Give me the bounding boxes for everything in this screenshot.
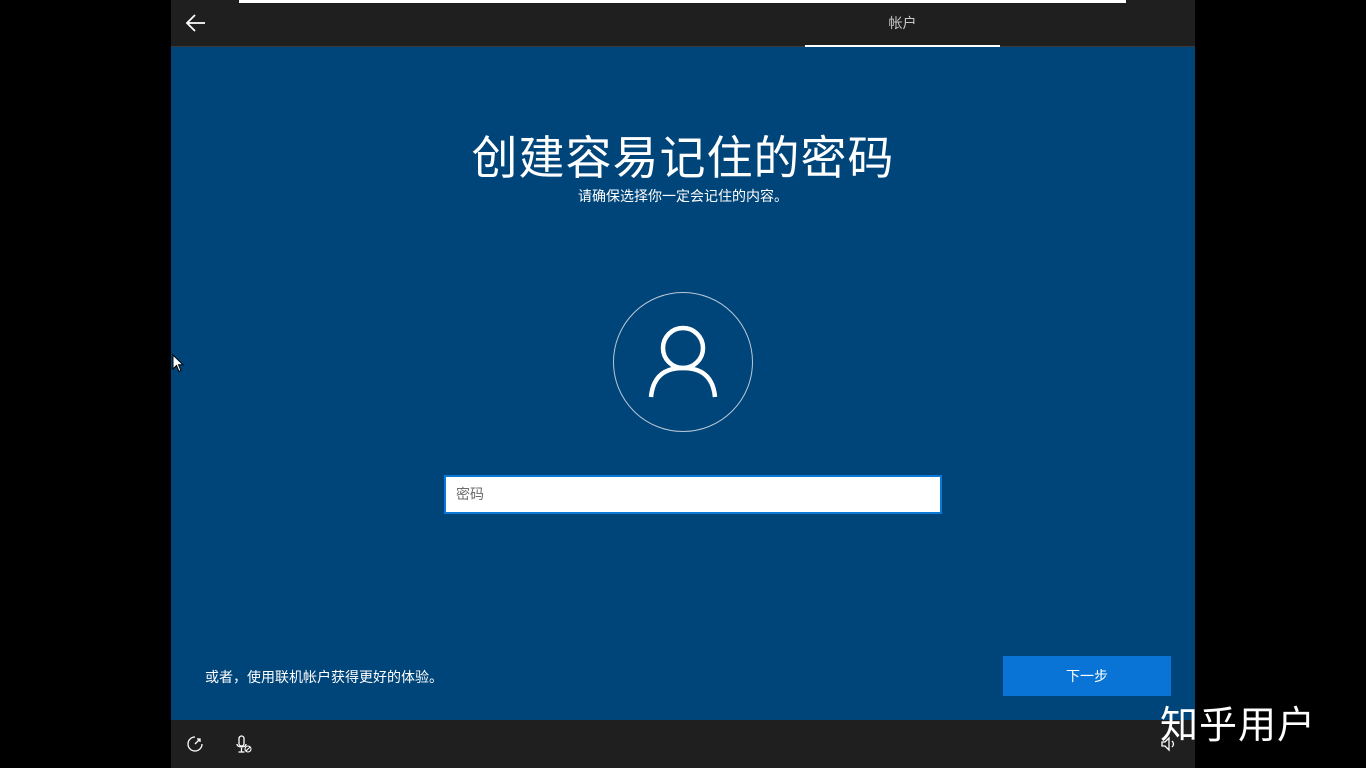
user-icon: [648, 325, 718, 398]
mouse-cursor-icon: [172, 354, 184, 373]
password-field[interactable]: [444, 475, 942, 514]
setup-window: 帐户 创建容易记住的密码 请确保选择你一定会记住的内容。 或者，使用联机帐户获得…: [171, 0, 1195, 768]
microphone-button[interactable]: [233, 734, 253, 754]
page-title: 创建容易记住的密码: [471, 131, 895, 185]
top-bar: 帐户: [171, 0, 1195, 47]
tab-underline: [805, 45, 1000, 47]
avatar: [613, 292, 753, 432]
online-account-link[interactable]: 或者，使用联机帐户获得更好的体验。: [205, 667, 443, 687]
back-arrow-icon: [185, 14, 205, 32]
tab-account[interactable]: 帐户: [805, 0, 1000, 47]
microphone-icon: [236, 735, 252, 753]
ease-of-access-icon: [187, 736, 203, 752]
watermark: 知乎用户: [1160, 703, 1317, 747]
screen: 帐户 创建容易记住的密码 请确保选择你一定会记住的内容。 或者，使用联机帐户获得…: [0, 0, 1366, 768]
next-button[interactable]: 下一步: [1003, 656, 1171, 696]
ease-of-access-button[interactable]: [185, 734, 205, 754]
page-subtitle: 请确保选择你一定会记住的内容。: [578, 189, 788, 205]
back-button[interactable]: [179, 6, 213, 40]
bottom-bar: [171, 720, 1195, 768]
tab-account-label: 帐户: [888, 16, 917, 32]
